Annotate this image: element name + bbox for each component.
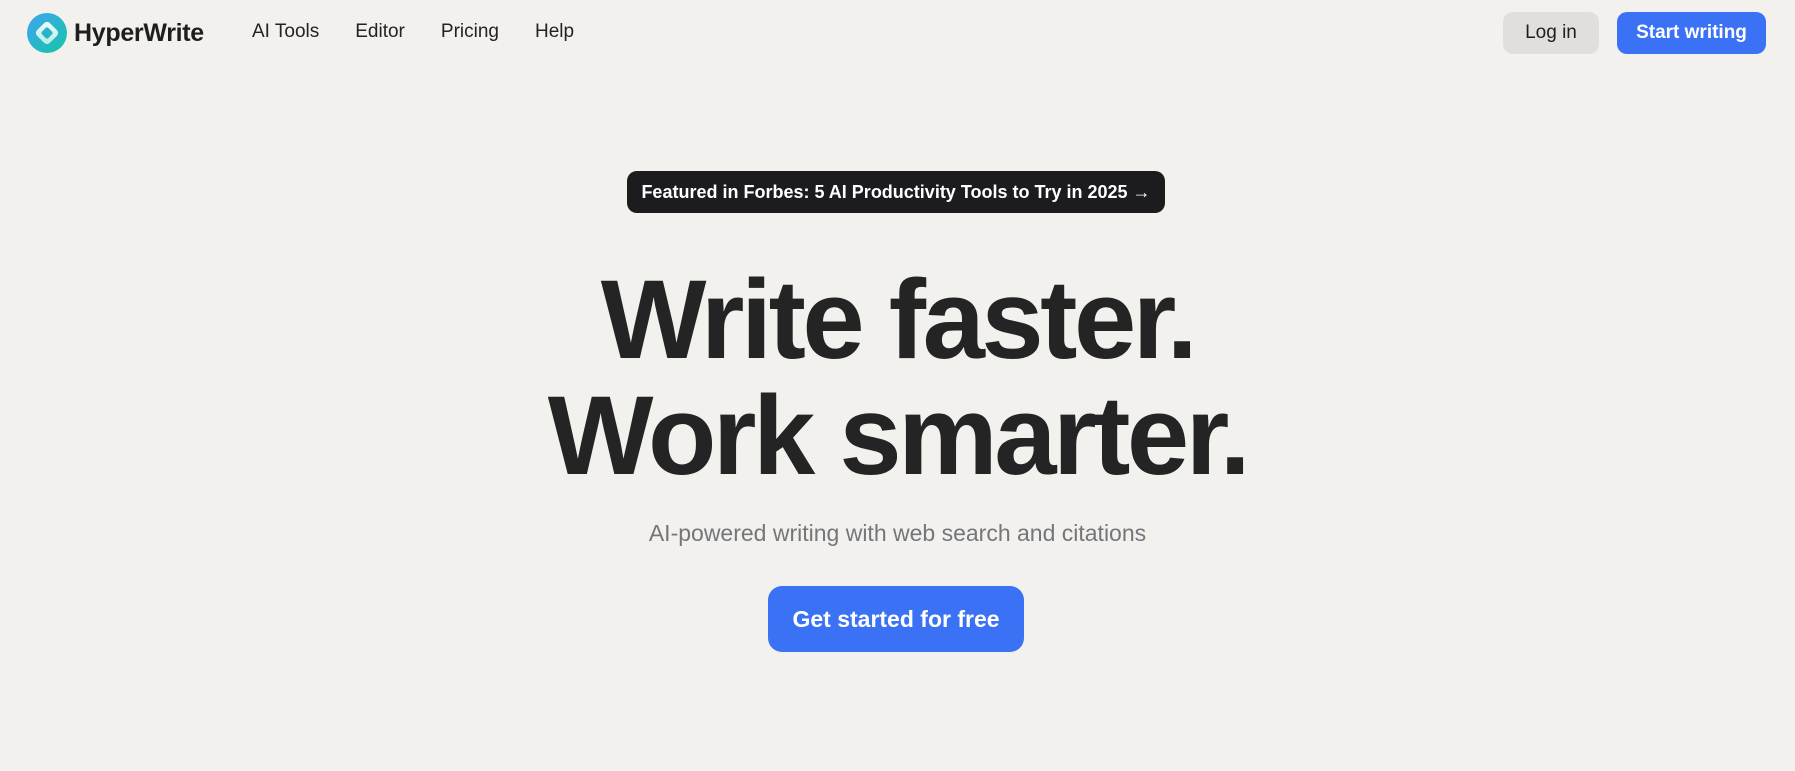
brand-logo-link[interactable]: HyperWrite <box>27 13 204 53</box>
get-started-button[interactable]: Get started for free <box>768 586 1024 652</box>
nav-ai-tools[interactable]: AI Tools <box>252 21 319 43</box>
headline-line-1: Write faster. <box>600 257 1198 382</box>
login-button[interactable]: Log in <box>1503 12 1599 54</box>
hero-subtitle: AI-powered writing with web search and c… <box>648 520 1147 546</box>
primary-nav: AI Tools Editor Pricing Help <box>252 21 610 43</box>
hero-headline: Write faster. Work smarter. <box>0 262 1795 494</box>
headline-line-2: Work smarter. <box>547 373 1251 498</box>
nav-editor[interactable]: Editor <box>355 21 405 43</box>
forbes-feature-badge[interactable]: Featured in Forbes: 5 AI Productivity To… <box>627 171 1165 213</box>
nav-pricing[interactable]: Pricing <box>441 21 499 43</box>
brand-name: HyperWrite <box>74 18 204 47</box>
top-nav: HyperWrite AI Tools Editor Pricing Help … <box>0 0 1795 66</box>
nav-help[interactable]: Help <box>535 21 574 43</box>
start-writing-button[interactable]: Start writing <box>1617 12 1766 54</box>
hyperwrite-logo-icon <box>27 13 67 53</box>
